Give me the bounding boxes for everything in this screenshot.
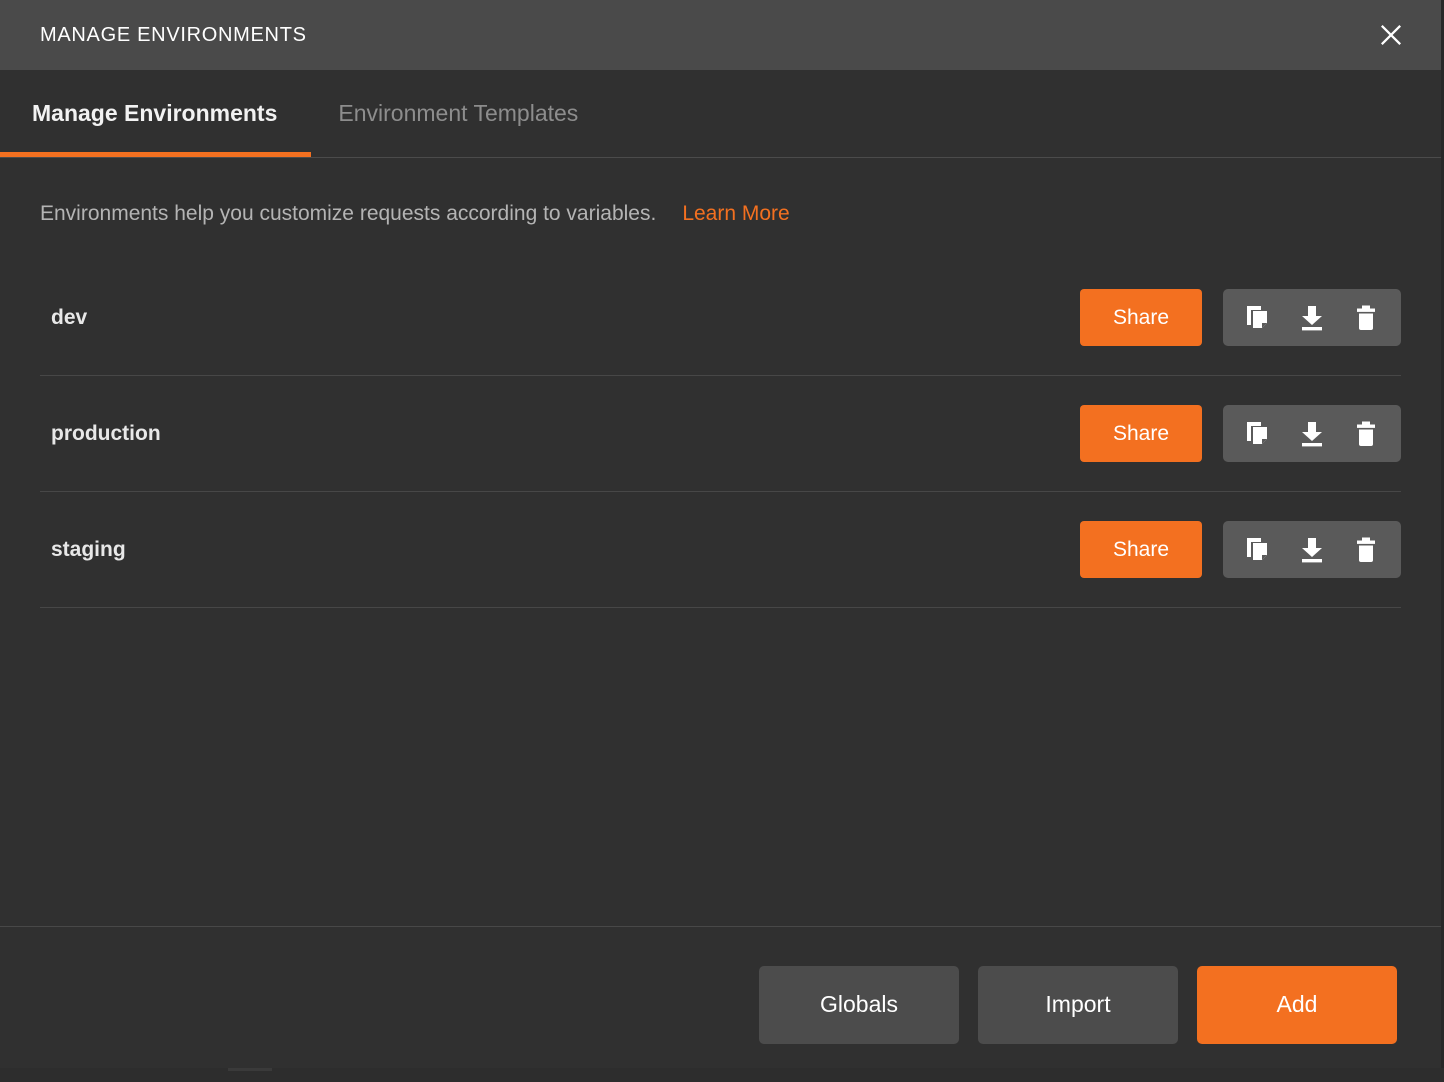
icon-group [1223,405,1401,462]
modal-footer: Globals Import Add [0,926,1441,1082]
download-icon[interactable] [1285,521,1339,578]
icon-group [1223,521,1401,578]
environment-row[interactable]: staging Share [40,492,1401,608]
share-button[interactable]: Share [1080,289,1202,346]
copy-icon[interactable] [1231,405,1285,462]
window-bottom-edge [0,1068,1444,1082]
manage-environments-modal: MANAGE ENVIRONMENTS Manage Environments … [0,0,1444,1082]
share-button[interactable]: Share [1080,405,1202,462]
environment-name: staging [51,537,126,561]
trash-icon[interactable] [1339,521,1393,578]
tab-manage-environments[interactable]: Manage Environments [32,70,308,157]
environment-name: production [51,421,161,445]
modal-header: MANAGE ENVIRONMENTS [0,0,1441,70]
environment-row[interactable]: dev Share [40,260,1401,376]
import-button[interactable]: Import [978,965,1178,1044]
environment-name: dev [51,305,88,329]
environment-actions: Share [1080,289,1401,346]
icon-group [1223,289,1401,346]
environment-list: dev Share production Share staging Share [40,260,1401,608]
tab-environment-templates-label: Environment Templates [338,100,579,126]
add-button[interactable]: Add [1197,965,1397,1044]
tab-bar: Manage Environments Environment Template… [0,70,1441,158]
description-row: Environments help you customize requests… [40,158,1401,238]
modal-body: Environments help you customize requests… [0,158,1441,926]
close-icon[interactable] [1371,15,1411,55]
description-text: Environments help you customize requests… [40,202,657,225]
environment-actions: Share [1080,405,1401,462]
learn-more-link[interactable]: Learn More [682,202,789,226]
tab-manage-environments-label: Manage Environments [32,100,278,126]
download-icon[interactable] [1285,289,1339,346]
globals-button[interactable]: Globals [759,965,959,1044]
share-button[interactable]: Share [1080,521,1202,578]
download-icon[interactable] [1285,405,1339,462]
environment-actions: Share [1080,521,1401,578]
copy-icon[interactable] [1231,521,1285,578]
trash-icon[interactable] [1339,289,1393,346]
tab-environment-templates[interactable]: Environment Templates [308,70,609,157]
trash-icon[interactable] [1339,405,1393,462]
copy-icon[interactable] [1231,289,1285,346]
page-title: MANAGE ENVIRONMENTS [40,23,307,46]
active-tab-underline [0,152,311,157]
environment-row[interactable]: production Share [40,376,1401,492]
